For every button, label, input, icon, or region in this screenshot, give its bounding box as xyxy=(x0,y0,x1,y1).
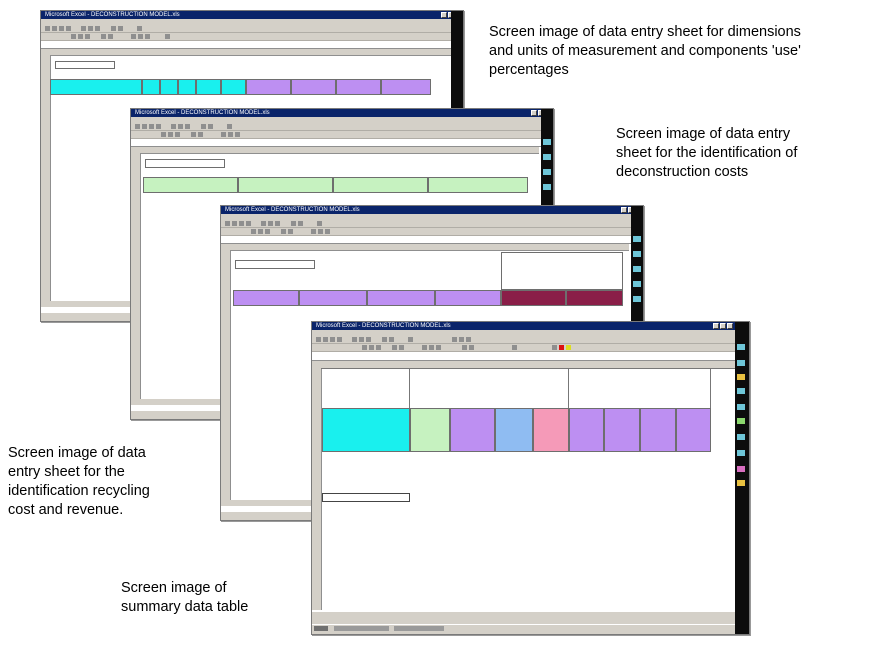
header-cell-dim2 xyxy=(196,79,221,95)
header-cell-use1 xyxy=(569,408,604,452)
header-cell-recycling-value xyxy=(533,408,569,452)
header-cell-cost1 xyxy=(143,177,238,193)
selected-cell[interactable] xyxy=(322,493,410,502)
header-cell-cost1 xyxy=(233,290,299,306)
minimize-button[interactable] xyxy=(531,110,537,116)
revenue-header-frame xyxy=(501,252,623,290)
standard-toolbar[interactable] xyxy=(312,336,749,344)
header-cell-recycling-cost xyxy=(495,408,533,452)
standard-toolbar[interactable] xyxy=(221,220,643,228)
header-cell-dim3 xyxy=(221,79,246,95)
screenshot-summary-table: Microsoft Excel - DECONSTRUCTION MODEL.x… xyxy=(311,321,750,635)
row-headers xyxy=(221,250,231,500)
caption-recycling-sheet: Screen image of data entry sheet for the… xyxy=(8,445,150,518)
header-cell-use2 xyxy=(604,408,640,452)
filter-dropdown[interactable] xyxy=(235,260,315,269)
header-cell-overhead xyxy=(333,177,428,193)
header-component-use xyxy=(246,66,431,78)
taskbar-app-2[interactable] xyxy=(394,626,444,631)
window-title: Microsoft Excel - DECONSTRUCTION MODEL.x… xyxy=(316,323,451,329)
header-cell-total xyxy=(428,177,528,193)
caption-summary-table: Screen image of summary data table xyxy=(121,580,249,615)
header-cell-dim1 xyxy=(178,79,196,95)
header-deconstruction xyxy=(356,167,506,177)
filter-dropdown[interactable] xyxy=(145,159,225,168)
column-headers xyxy=(221,244,629,251)
header-cell-use3 xyxy=(640,408,676,452)
window-title: Microsoft Excel - DECONSTRUCTION MODEL.x… xyxy=(135,110,270,116)
window-title-bar: Microsoft Excel - DECONSTRUCTION MODEL.x… xyxy=(312,322,749,330)
header-cell-unit xyxy=(142,79,160,95)
maximize-button[interactable] xyxy=(720,323,726,329)
formatting-toolbar[interactable] xyxy=(221,228,643,236)
minimize-button[interactable] xyxy=(621,207,627,213)
header-component-use-percentage xyxy=(570,394,710,406)
row-headers xyxy=(131,153,141,399)
header-cell-use3 xyxy=(336,79,381,95)
formula-bar[interactable] xyxy=(221,236,643,244)
office-shortcut-bar[interactable] xyxy=(735,322,749,634)
close-button[interactable] xyxy=(727,323,733,329)
minimize-button[interactable] xyxy=(713,323,719,329)
header-cell-disposal-value xyxy=(450,408,495,452)
formula-bar[interactable] xyxy=(312,352,749,361)
window-title-bar: Microsoft Excel - DECONSTRUCTION MODEL.x… xyxy=(221,206,643,214)
header-cell-component xyxy=(50,79,142,95)
filter-dropdown[interactable] xyxy=(55,61,115,69)
minimize-button[interactable] xyxy=(441,12,447,18)
column-headers xyxy=(131,147,539,154)
caption-dimensions-sheet: Screen image of data entry sheet for dim… xyxy=(489,24,801,78)
header-cell-cost2 xyxy=(238,177,333,193)
window-title-bar: Microsoft Excel - DECONSTRUCTION MODEL.x… xyxy=(41,11,463,19)
caption-deconstruction-sheet: Screen image of data entry sheet for the… xyxy=(616,126,798,180)
formula-bar[interactable] xyxy=(131,139,553,147)
header-cell-use4 xyxy=(676,408,711,452)
header-cell-total xyxy=(435,290,501,306)
window-title-bar: Microsoft Excel - DECONSTRUCTION MODEL.x… xyxy=(131,109,553,117)
header-cell-use2 xyxy=(291,79,336,95)
formatting-toolbar[interactable] xyxy=(131,131,553,139)
formatting-toolbar[interactable] xyxy=(312,344,749,352)
header-cell-disposal-cost xyxy=(410,408,450,452)
windows-taskbar[interactable] xyxy=(312,624,735,634)
header-cell-use4 xyxy=(381,79,431,95)
header-cell-overhead xyxy=(367,290,435,306)
window-title: Microsoft Excel - DECONSTRUCTION MODEL.x… xyxy=(45,12,180,18)
taskbar-app-1[interactable] xyxy=(334,626,389,631)
start-button[interactable] xyxy=(314,626,328,631)
formula-bar[interactable] xyxy=(41,41,463,49)
header-cell-revenue1 xyxy=(501,290,566,306)
header-cell-qty xyxy=(160,79,178,95)
header-cell-components xyxy=(322,408,410,452)
header-cell-use1 xyxy=(246,79,291,95)
header-cell-revenue2 xyxy=(566,290,623,306)
header-dimensions xyxy=(141,69,236,79)
standard-toolbar[interactable] xyxy=(41,25,463,33)
standard-toolbar[interactable] xyxy=(131,123,553,131)
header-cell-cost2 xyxy=(299,290,367,306)
column-headers xyxy=(41,49,455,56)
formatting-toolbar[interactable] xyxy=(41,33,463,41)
row-headers xyxy=(312,368,322,610)
window-title: Microsoft Excel - DECONSTRUCTION MODEL.x… xyxy=(225,207,360,213)
